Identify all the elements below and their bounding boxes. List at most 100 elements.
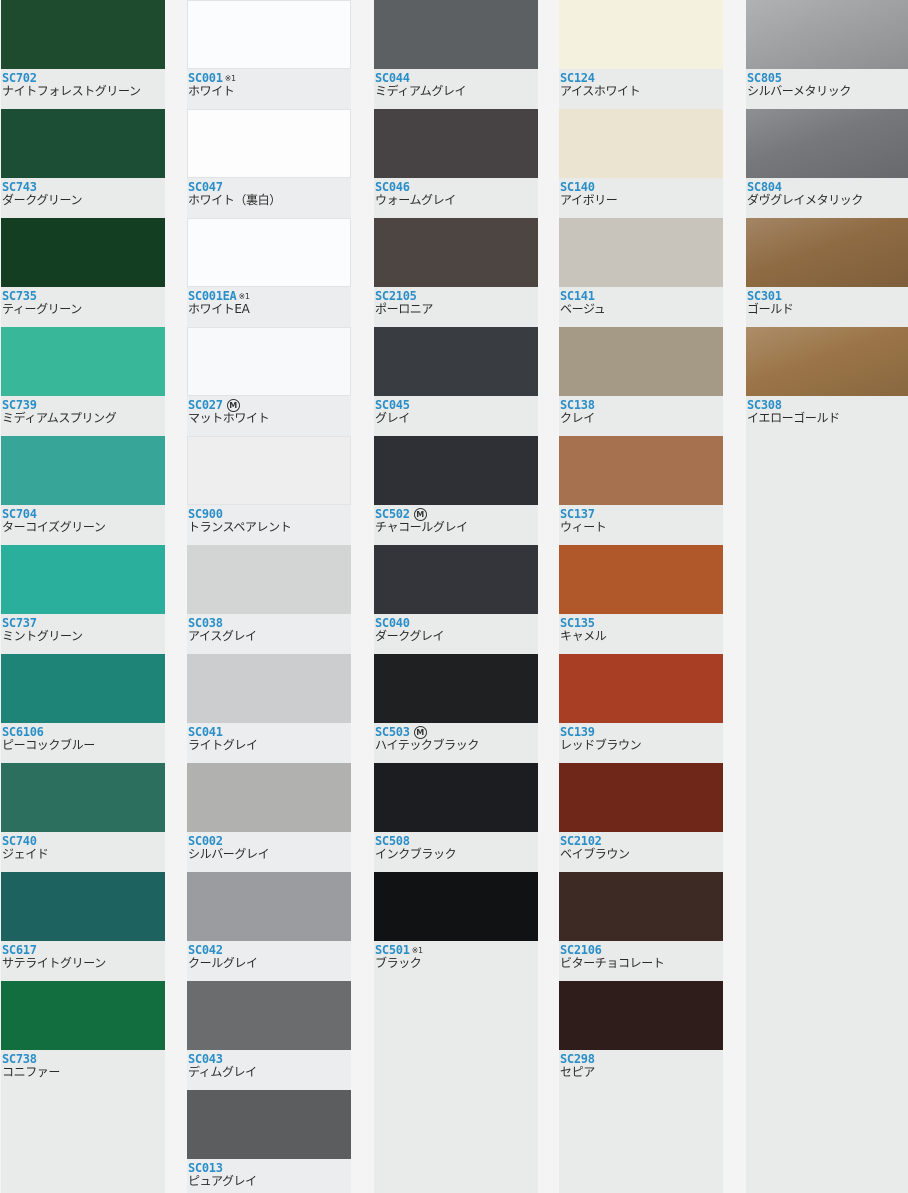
color-swatch-sc045 [374,327,538,396]
color-name: ディムグレイ [188,1065,257,1079]
color-column-4: SC124 アイスホワイト SC140 アイボリー SC141 ベージュ SC138 クレイ S… [559,0,723,1193]
color-label: SC042 クールグレイ [188,944,351,970]
color-code-text: SC139 [560,725,595,739]
color-swatch-sc002 [187,763,351,832]
color-code-text: SC040 [375,616,410,630]
note-mark: ※1 [224,74,237,83]
color-label: SC139 レッドブラウン [560,726,723,752]
color-code-text: SC013 [188,1161,223,1175]
color-name: ベイブラウン [560,847,630,861]
color-code-text: SC138 [560,398,595,412]
color-code-text: SC041 [188,725,223,739]
color-swatch-sc738 [1,981,165,1050]
color-name: クールグレイ [188,956,258,970]
color-label: SC298 セピア [560,1053,723,1079]
color-code-text: SC6106 [2,725,44,739]
color-label: SC046 ウォームグレイ [375,181,538,207]
color-name: マットホワイト [188,411,270,425]
color-label: SC2105 ポーロニア [375,290,538,316]
color-swatch-sc135 [559,545,723,614]
color-label: SC137 ウィート [560,508,723,534]
color-swatch-sc900 [187,436,351,505]
color-label: SC502 M チャコールグレイ [375,508,538,534]
color-swatch-sc501 [374,872,538,941]
color-swatch-sc805 [746,0,908,69]
color-name: ダークグレイ [375,629,445,643]
color-label: SC138 クレイ [560,399,723,425]
color-code-text: SC124 [560,71,595,85]
color-label: SC301 ゴールド [747,290,908,316]
color-code-text: SC043 [188,1052,223,1066]
color-name: チャコールグレイ [375,520,468,534]
color-code-text: SC739 [2,398,37,412]
color-name: ホワイト（裏白） [188,193,281,207]
color-code-text: SC502 [375,507,410,521]
color-swatch-sc038 [187,545,351,614]
color-name: ミントグリーン [2,629,83,643]
color-swatch-sc502 [374,436,538,505]
color-code-text: SC298 [560,1052,595,1066]
color-label: SC002 シルバーグレイ [188,835,351,861]
color-label: SC704 ターコイズグリーン [2,508,165,534]
color-name: ライトグレイ [188,738,258,752]
color-code-text: SC805 [747,71,782,85]
color-code-text: SC743 [2,180,37,194]
color-label: SC738 コニファー [2,1053,165,1079]
color-swatch-sc041 [187,654,351,723]
color-label: SC027 M マットホワイト [188,399,351,425]
color-label: SC617 サテライトグリーン [2,944,165,970]
color-swatch-sc044 [374,0,538,69]
color-code-text: SC001 [188,71,223,85]
color-swatch-sc704 [1,436,165,505]
color-swatch-sc139 [559,654,723,723]
color-label: SC743 ダークグリーン [2,181,165,207]
color-label: SC045 グレイ [375,399,538,425]
color-label: SC013 ピュアグレイ [188,1162,351,1188]
color-code-text: SC2105 [375,289,417,303]
color-name: キャメル [560,629,607,643]
color-label: SC038 アイスグレイ [188,617,351,643]
color-label: SC503 M ハイテックブラック [375,726,538,752]
color-name: シルバーメタリック [747,84,851,98]
color-code-text: SC508 [375,834,410,848]
color-code-text: SC735 [2,289,37,303]
color-column-3: SC044 ミディアムグレイ SC046 ウォームグレイ SC2105 ポーロニア SC04… [374,0,538,1193]
color-label: SC140 アイボリー [560,181,723,207]
color-name: アイスホワイト [560,84,641,98]
color-code-text: SC617 [2,943,37,957]
color-code-text: SC141 [560,289,595,303]
color-swatch-sc046 [374,109,538,178]
color-code-text: SC301 [747,289,782,303]
color-code-text: SC002 [188,834,223,848]
color-swatch-sc001 [187,0,351,69]
color-label: SC044 ミディアムグレイ [375,72,538,98]
color-name: セピア [560,1065,595,1079]
color-swatch-sc740 [1,763,165,832]
color-label: SC702 ナイトフォレストグリーン [2,72,165,98]
color-code-text: SC804 [747,180,782,194]
color-name: ティーグリーン [2,302,82,316]
color-code-text: SC737 [2,616,37,630]
color-code-text: SC738 [2,1052,37,1066]
color-swatch-sc6106 [1,654,165,723]
color-code-text: SC2106 [560,943,602,957]
color-label: SC141 ベージュ [560,290,723,316]
color-name: ダークグリーン [2,193,83,207]
color-label: SC900 トランスペアレント [188,508,351,534]
color-swatch-sc308 [746,327,908,396]
color-swatch-sc743 [1,109,165,178]
color-name: コニファー [2,1065,61,1079]
color-code-text: SC001EA [188,289,237,303]
color-swatch-sc2102 [559,763,723,832]
color-code-text: SC135 [560,616,595,630]
color-swatch-sc138 [559,327,723,396]
color-label: SC308 イエローゴールド [747,399,908,425]
color-code-text: SC046 [375,180,410,194]
color-swatch-sc042 [187,872,351,941]
color-name: ピュアグレイ [188,1174,257,1188]
color-swatch-sc043 [187,981,351,1050]
color-swatch-sc001ea [187,218,351,287]
color-swatch-sc2106 [559,872,723,941]
color-code-text: SC2102 [560,834,602,848]
color-name: ウィート [560,520,607,534]
